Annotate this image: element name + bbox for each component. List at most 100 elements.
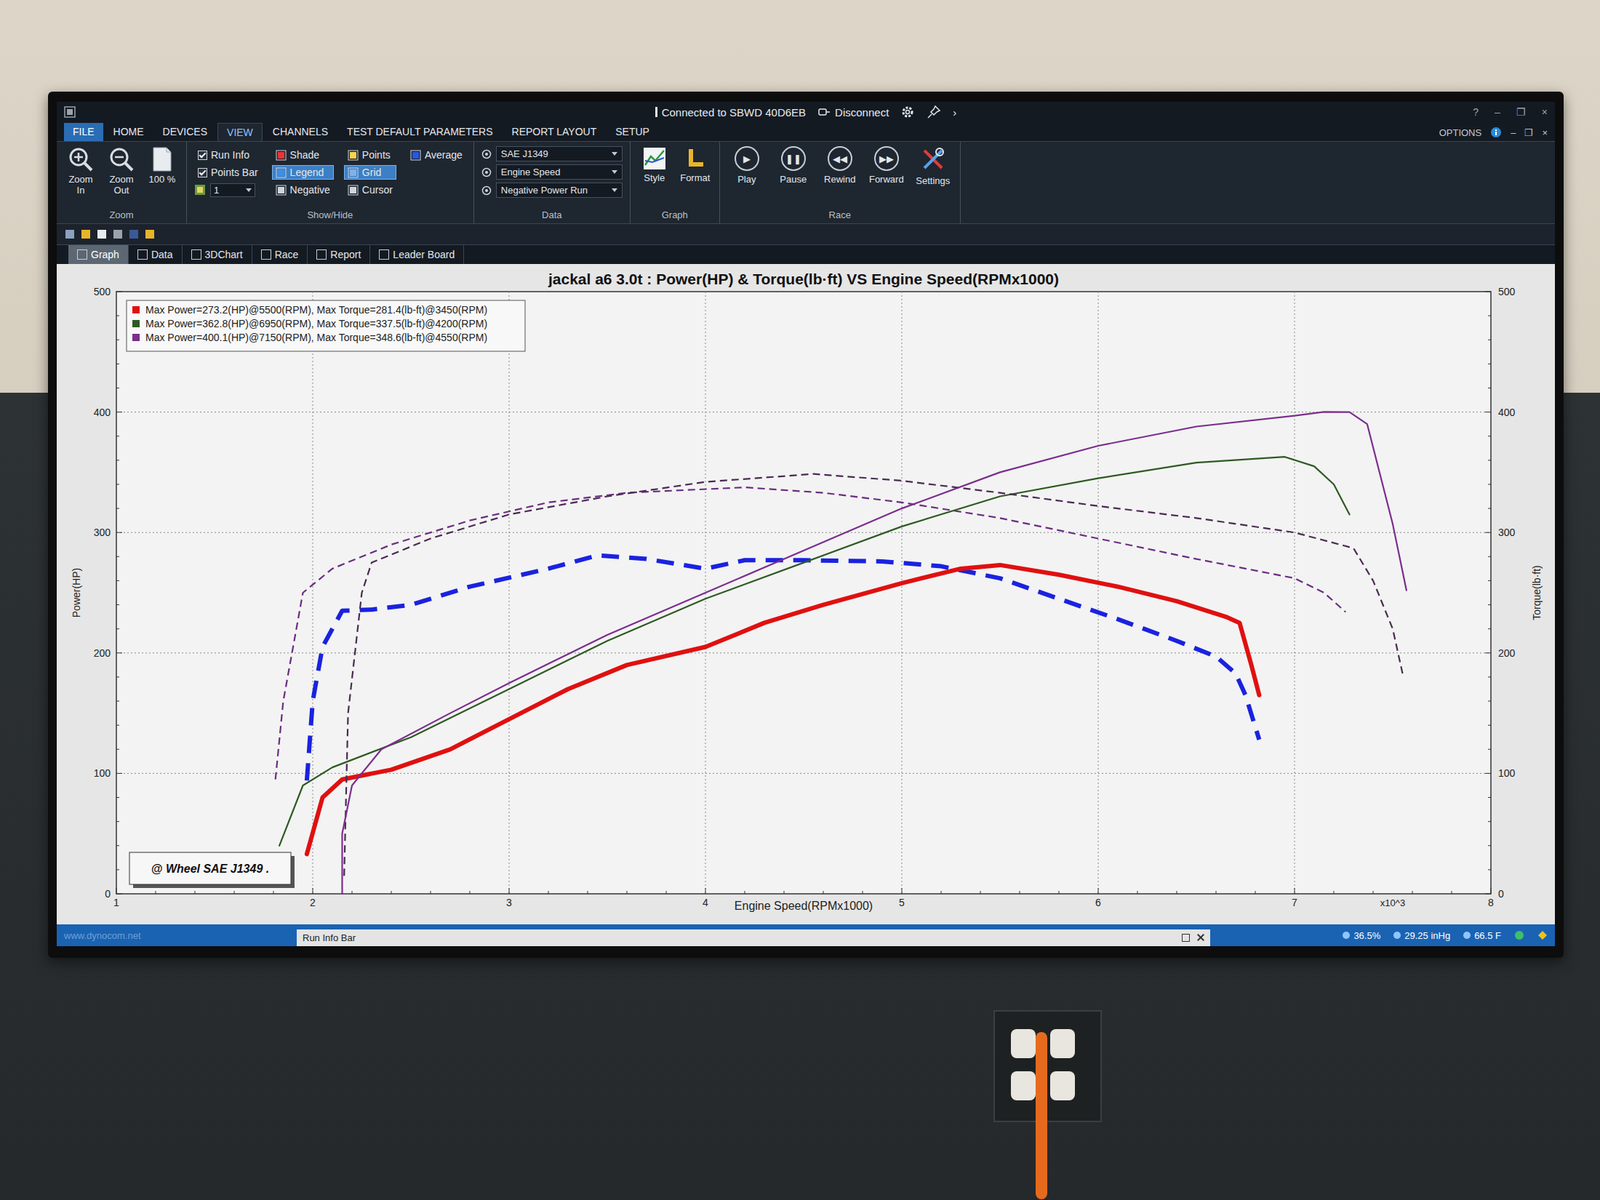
race-group: ▶Play❚❚Pause◀◀Rewind▶▶ForwardSettingsRac… — [720, 141, 961, 224]
menu-tab[interactable]: SETUP — [606, 122, 659, 142]
run-series — [342, 411, 1407, 894]
checkbox[interactable] — [197, 168, 208, 178]
group-label: Show/Hide — [194, 206, 467, 221]
torque-curve[interactable] — [306, 555, 1260, 782]
race-button[interactable]: ▶▶Forward — [866, 146, 907, 185]
dropdown[interactable]: Negative Power Run — [496, 182, 623, 198]
doc-control[interactable]: ❐ — [1524, 127, 1534, 139]
race-glyph: ❚❚ — [781, 146, 806, 171]
document-tabs: GraphData3DChartRaceReportLeader Board — [56, 244, 1555, 264]
options-button[interactable]: OPTIONS — [1439, 127, 1483, 139]
dropdown[interactable]: SAE J1349 — [496, 146, 623, 162]
data-group: SAE J1349Engine SpeedNegative Power RunD… — [474, 141, 631, 224]
toggle-button[interactable]: Average — [406, 147, 467, 163]
menu-tab[interactable]: REPORT LAYOUT — [503, 122, 606, 142]
run-info-bar: Run Info Bar — [296, 929, 1211, 947]
legend-entry: Max Power=362.8(HP)@6950(RPM), Max Torqu… — [145, 317, 488, 330]
warning-icon — [1537, 930, 1548, 941]
toolbar-icon[interactable] — [80, 228, 92, 240]
document-tab[interactable]: Graph — [68, 245, 129, 264]
toggle-button[interactable]: Shade — [272, 147, 334, 163]
x-tick-label: 2 — [309, 896, 316, 909]
menu-tab[interactable]: TEST DEFAULT PARAMETERS — [338, 122, 502, 142]
legend-swatch — [132, 320, 140, 328]
power-curve[interactable] — [342, 411, 1407, 894]
toggle-button[interactable]: Points — [344, 147, 397, 163]
zoom-button[interactable]: Zoom In — [64, 146, 98, 197]
toolbar-icon[interactable] — [128, 228, 140, 240]
window-control[interactable]: × — [1541, 106, 1548, 118]
power-curve[interactable] — [306, 565, 1260, 855]
toolbar-icon[interactable] — [96, 228, 108, 240]
zoom-button[interactable]: 100 % — [145, 146, 179, 186]
menu-tab[interactable]: DEVICES — [154, 122, 216, 142]
document-tab[interactable]: Leader Board — [370, 245, 464, 264]
toolbar-icon[interactable] — [112, 228, 124, 240]
document-tab[interactable]: Race — [252, 245, 309, 264]
checkbox-row[interactable]: Points Bar — [194, 165, 262, 180]
toggle-button[interactable]: Legend — [272, 165, 334, 180]
toggle-icon — [275, 184, 287, 196]
data-icon — [481, 149, 492, 160]
document-tab[interactable]: Data — [128, 245, 183, 264]
pin-icon — [926, 104, 942, 120]
menu-tab[interactable]: CHANNELS — [264, 122, 337, 142]
humidity-reading: 36.5% — [1342, 930, 1381, 942]
toolbar-icon[interactable] — [64, 228, 76, 240]
website-link[interactable]: www.dynocom.net — [64, 930, 283, 942]
power-curve[interactable] — [279, 456, 1350, 846]
tab-icon — [261, 249, 272, 260]
y-axis-label: Power(HP) — [70, 568, 83, 618]
disconnect-button[interactable]: Disconnect — [817, 106, 889, 119]
pressure-icon — [1393, 931, 1401, 939]
window-control[interactable]: – — [1494, 106, 1501, 118]
window-control[interactable]: ? — [1472, 106, 1479, 118]
toggle-button[interactable]: Grid — [344, 165, 397, 180]
doc-control[interactable]: × — [1541, 127, 1548, 139]
menu-tab[interactable]: HOME — [104, 122, 153, 142]
y-tick-label: 100 — [1498, 767, 1516, 779]
line-width-icon — [194, 184, 206, 196]
graph-button[interactable]: Format — [678, 146, 712, 184]
restore-icon[interactable] — [1181, 933, 1190, 942]
doc-control[interactable]: – — [1510, 127, 1516, 139]
checkbox-row[interactable]: Run Info — [194, 147, 262, 163]
graph-button[interactable]: Style — [637, 146, 672, 184]
toolbar-icon[interactable] — [144, 228, 156, 240]
group-label: Graph — [637, 206, 712, 221]
menu-tab[interactable]: VIEW — [217, 122, 263, 142]
torque-curve[interactable] — [344, 474, 1403, 876]
line-width-spinner[interactable]: 1 — [194, 183, 262, 198]
toggle-button[interactable]: Cursor — [344, 182, 397, 198]
dyno-chart[interactable]: jackal a6 3.0t : Power(HP) & Torque(lb·f… — [64, 269, 1548, 918]
settings-button[interactable]: Settings — [913, 146, 953, 187]
ribbon: Zoom InZoom Out100 %ZoomRun InfoPoints B… — [56, 141, 1555, 224]
humidity-icon — [1342, 931, 1350, 939]
document-tab[interactable]: Report — [307, 245, 371, 264]
graph-group: StyleFormat Graph — [630, 141, 720, 224]
race-button[interactable]: ▶Play — [727, 146, 767, 185]
title-bar: Connected to SBWD 40D6EBDisconnect›?–❐× — [56, 101, 1555, 123]
dropdown[interactable]: Engine Speed — [496, 164, 623, 180]
y-tick-label: 300 — [1498, 526, 1516, 539]
legend-swatch — [132, 306, 140, 314]
close-icon[interactable] — [1197, 933, 1205, 942]
data-icon — [481, 167, 492, 178]
race-button[interactable]: ◀◀Rewind — [820, 146, 860, 185]
tab-icon — [191, 249, 202, 260]
y-tick-label: 400 — [93, 406, 112, 419]
svg-text:@ Wheel SAE J1349 .: @ Wheel SAE J1349 . — [151, 862, 270, 875]
zoom-in-icon — [67, 146, 94, 173]
zoom-button[interactable]: Zoom Out — [104, 146, 139, 197]
document-tab[interactable]: 3DChart — [182, 245, 253, 264]
toggle-button[interactable]: Negative — [272, 182, 334, 198]
watermark: @ Wheel SAE J1349 . — [129, 852, 295, 888]
checkbox[interactable] — [197, 150, 208, 160]
more-button[interactable]: › — [952, 106, 957, 119]
torque-curve[interactable] — [275, 487, 1347, 780]
menu-tab[interactable]: FILE — [64, 122, 104, 142]
window-control[interactable]: ❐ — [1516, 106, 1526, 118]
race-button[interactable]: ❚❚Pause — [773, 146, 814, 185]
quick-access-toolbar — [56, 224, 1555, 245]
monitor: Connected to SBWD 40D6EBDisconnect›?–❐×F… — [48, 91, 1564, 958]
